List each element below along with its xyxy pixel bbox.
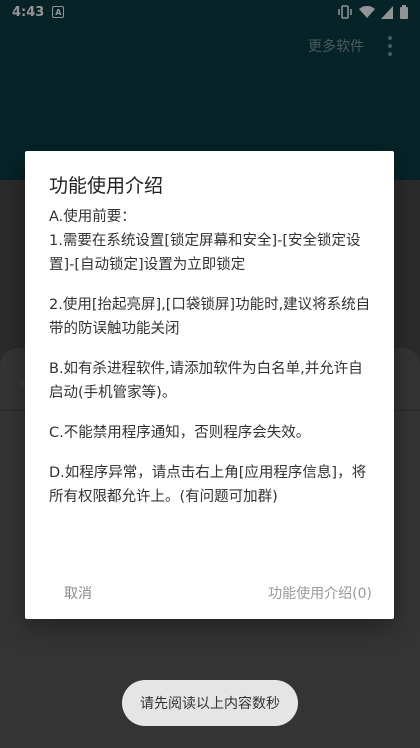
feature-intro-dialog: 功能使用介绍 A.使用前要： 1.需要在系统设置[锁定屏幕和安全]-[安全锁定设… [25,151,394,619]
feature-intro-button[interactable]: 功能使用介绍(0) [256,579,384,607]
paragraph-b: B.如有杀进程软件,请添加软件为白名单,并允许自启动(手机管家等)。 [49,361,363,401]
dialog-actions: 取消 功能使用介绍(0) [25,567,394,619]
paragraph-d: D.如程序异常，请点击右上角[应用程序信息]，将所有权限都允许上。(有问题可加群… [49,465,367,505]
paragraph-step-2: 2.使用[抬起亮屏],[口袋锁屏]功能时,建议将系统自带的防误触功能关闭 [49,297,371,337]
paragraph-c: C.不能禁用程序通知，否则程序会失效。 [49,425,311,441]
paragraph-prerequisites: A.使用前要： [49,209,136,225]
dialog-message: A.使用前要： 1.需要在系统设置[锁定屏幕和安全]-[安全锁定设置]-[自动锁… [49,205,377,525]
cancel-button[interactable]: 取消 [52,579,104,607]
toast-message: 请先阅读以上内容数秒 [122,680,298,726]
dialog-title: 功能使用介绍 [49,175,164,197]
paragraph-step-1: 1.需要在系统设置[锁定屏幕和安全]-[安全锁定设置]-[自动锁定]设置为立即锁… [49,233,361,273]
